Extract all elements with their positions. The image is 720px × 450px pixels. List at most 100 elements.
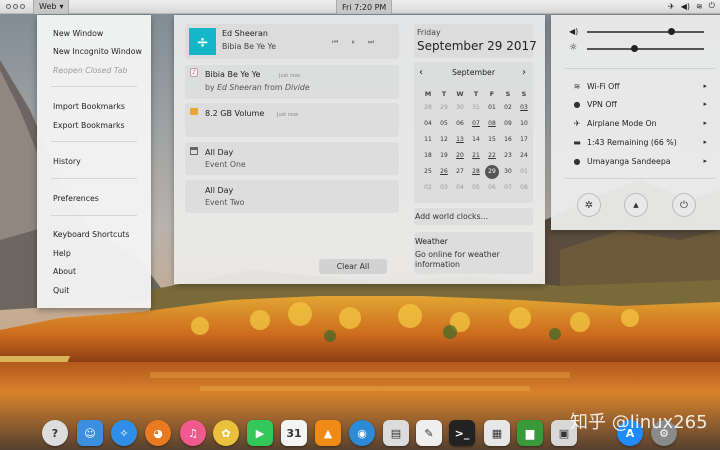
calendar-day[interactable]: 16 [500,132,516,148]
airplane-row[interactable]: ✈ Airplane Mode On ▸ [569,117,707,129]
calendar-day[interactable]: 19 [436,148,452,164]
previous-icon[interactable]: ⏮ [332,38,338,47]
weather-card[interactable]: Weather Go online for weather informatio… [414,232,533,274]
photos-icon[interactable]: ✿ [213,420,239,446]
screenshot-icon[interactable]: ◉ [349,420,375,446]
calendar-day[interactable]: 21 [468,148,484,164]
itunes-icon[interactable]: ♫ [180,420,206,446]
menu-item-export-bookmarks[interactable]: Export Bookmarks [53,120,125,131]
calendar-day[interactable]: 04 [420,116,436,132]
app-menu-button[interactable]: Web ▾ [33,0,70,14]
slider-knob[interactable] [668,28,676,35]
wifi-icon[interactable]: ≋ [696,2,703,11]
menu-item-quit[interactable]: Quit [53,285,69,296]
world-clocks-card[interactable]: Add world clocks... [414,208,533,225]
calendar-day[interactable]: 02 [420,180,436,196]
calendar-day[interactable]: 22 [484,148,500,164]
calendar-day[interactable]: 30 [452,100,468,116]
brightness-slider[interactable]: ☼ [569,43,709,54]
battery-row[interactable]: ▬ 1:43 Remaining (66 %) ▸ [569,136,707,148]
finder-icon[interactable]: ☺ [77,420,103,446]
close-icon[interactable] [6,4,11,9]
pause-icon[interactable]: ⏸ [351,38,355,47]
terminal-icon[interactable]: >_ [449,420,475,446]
calendar-day[interactable]: 03 [516,100,532,116]
volume-icon[interactable]: ◀) [681,2,690,11]
calendar-day[interactable]: 20 [452,148,468,164]
calendar-day[interactable]: 27 [452,164,468,180]
window-controls[interactable] [6,4,25,9]
calendar-day[interactable]: 15 [484,132,500,148]
calendar-day[interactable]: 28 [420,100,436,116]
calendar-day[interactable]: 01 [516,164,532,180]
power-icon[interactable]: ⏻ [709,1,715,11]
vpn-row[interactable]: ● VPN Off ▸ [569,98,708,110]
lock-button[interactable]: ▲ [624,193,648,217]
preview-icon[interactable]: ▦ [484,420,510,446]
calendar-day[interactable]: 07 [468,116,484,132]
calendar-day[interactable]: 09 [500,116,516,132]
firefox-icon[interactable]: ◕ [145,420,171,446]
menu-item-history[interactable]: History [53,156,81,167]
next-month-button[interactable]: › [522,67,526,78]
minimize-icon[interactable] [13,4,18,9]
calendar-day[interactable]: 05 [436,116,452,132]
calendar-day[interactable]: 30 [500,164,516,180]
world-clocks-link[interactable]: Add world clocks... [415,212,488,221]
calendar-day[interactable]: 04 [452,180,468,196]
music-notification[interactable]: ♪ Bibia Be Ye Ye Just now by Ed Sheeran … [185,65,399,99]
contacts-icon[interactable]: ▤ [383,420,409,446]
calendar-day[interactable]: 01 [484,100,500,116]
clear-all-button[interactable]: Clear All [319,259,387,274]
help-icon[interactable]: ? [42,420,68,446]
textedit-icon[interactable]: ✎ [416,420,442,446]
calendar-day[interactable]: 05 [468,180,484,196]
calendar-day[interactable]: 13 [452,132,468,148]
menu-item-keyboard-shortcuts[interactable]: Keyboard Shortcuts [53,229,129,240]
power-button[interactable]: ⏻ [672,193,696,217]
calendar-day[interactable]: 11 [420,132,436,148]
calendar-day[interactable]: 23 [500,148,516,164]
volume-notification[interactable]: 8.2 GB Volume Just now [185,103,399,137]
user-row[interactable]: ● Umayanga Sandeepa ▸ [569,155,708,167]
clock-button[interactable]: Fri 7:20 PM [336,0,393,14]
stats-icon[interactable]: ▆ [517,420,543,446]
calendar-day[interactable]: 31 [468,100,484,116]
vlc-icon[interactable]: ▲ [315,420,341,446]
menu-item-new-window[interactable]: New Window [53,28,103,39]
slider-knob[interactable] [630,45,638,52]
calendar-day[interactable]: 28 [468,164,484,180]
calendar-day[interactable]: 17 [516,132,532,148]
menu-item-preferences[interactable]: Preferences [53,193,99,204]
calendar-day[interactable]: 10 [516,116,532,132]
menu-item-new-incognito-window[interactable]: New Incognito Window [53,46,142,57]
calendar-day[interactable]: 18 [420,148,436,164]
calendar-day[interactable]: 14 [468,132,484,148]
calendar-day[interactable]: 24 [516,148,532,164]
calendar-day[interactable]: 08 [484,116,500,132]
settings-button[interactable]: ✲ [577,193,601,217]
calendar-day[interactable]: 07 [500,180,516,196]
next-icon[interactable]: ⏭ [368,38,374,47]
calendar-day[interactable]: 12 [436,132,452,148]
calendar-day-today[interactable]: 29 [485,165,499,179]
menu-item-about[interactable]: About [53,266,76,277]
facetime-icon[interactable]: ▶ [247,420,273,446]
media-player-card[interactable]: ÷ Ed Sheeran Bibia Be Ye Ye ⏮ ⏸ ⏭ [185,24,399,59]
maximize-icon[interactable] [20,4,25,9]
calendar-day[interactable]: 06 [452,116,468,132]
event-notification[interactable]: All Day Event Two [185,180,399,213]
calendar-day[interactable]: 26 [436,164,452,180]
calendar-day[interactable]: 08 [516,180,532,196]
calendar-day[interactable]: 03 [436,180,452,196]
calendar-day[interactable]: 29 [436,100,452,116]
calendar-day[interactable]: 25 [420,164,436,180]
calendar-icon[interactable]: 31 [281,420,307,446]
wifi-row[interactable]: ≋ Wi-Fi Off ▸ [569,80,707,92]
calendar-day[interactable]: 02 [500,100,516,116]
event-notification[interactable]: All Day Event One [185,142,399,175]
airplane-icon[interactable]: ✈ [668,2,675,11]
calendar-day[interactable]: 06 [484,180,500,196]
menu-item-help[interactable]: Help [53,248,71,259]
volume-slider[interactable]: ◀) [569,27,709,37]
